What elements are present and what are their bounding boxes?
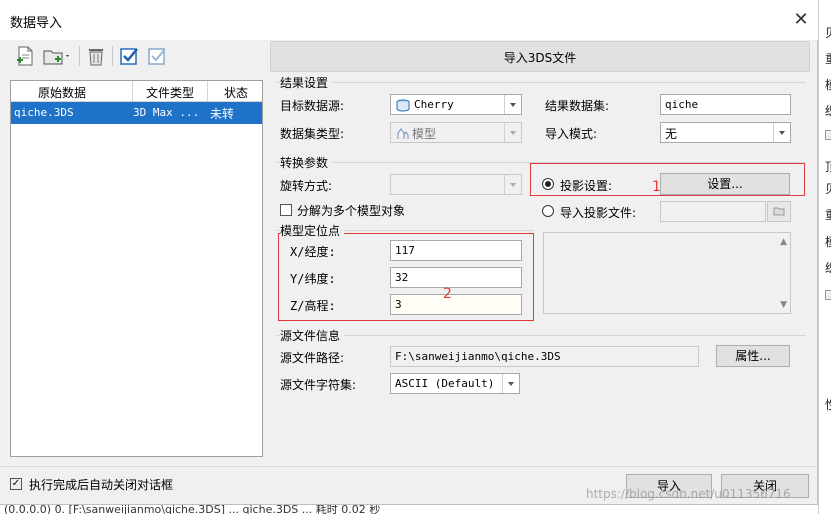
dataset-type-value: 模型 — [412, 127, 437, 141]
charset-value: ASCII (Default) — [395, 377, 495, 390]
scroll-up-icon[interactable]: ▲ — [780, 237, 787, 247]
panel-header: 导入3DS文件 — [270, 41, 810, 72]
dataset-type-label: 数据集类型: — [280, 127, 345, 141]
source-path-input[interactable]: F:\sanweijianmo\qiche.3DS — [390, 346, 699, 367]
background-text: 贝 — [825, 24, 831, 41]
x-value: 117 — [395, 244, 415, 257]
data-import-dialog: 数据导入 ✕ 原始数据 文件类型 状态 qiche.3DS 3D Max ...… — [0, 0, 818, 505]
auto-close-checkbox[interactable]: ✓ — [10, 478, 22, 490]
target-source-label: 目标数据源: — [280, 99, 345, 113]
z-elevation-input[interactable]: 3 — [390, 294, 522, 315]
background-box — [825, 130, 831, 140]
add-folder-icon[interactable] — [42, 45, 69, 67]
y-latitude-input[interactable]: 32 — [390, 267, 522, 288]
dialog-title: 数据导入 — [10, 16, 63, 31]
charset-dropdown[interactable]: ASCII (Default) — [390, 373, 520, 394]
close-icon[interactable]: ✕ — [790, 9, 812, 31]
projection-settings-label: 投影设置: — [560, 179, 613, 193]
column-divider[interactable] — [132, 81, 133, 101]
convert-section-title: 转换参数 — [280, 154, 333, 171]
dataset-name-value: qiche — [665, 98, 699, 111]
charset-label: 源文件字符集: — [280, 378, 357, 392]
background-console: (0.0.0.0) 0. [F:\sanweijianmo\qiche.3DS]… — [0, 505, 818, 514]
watermark-text: https://blog.csdn.net/u011356716 — [586, 487, 791, 501]
source-file-list[interactable]: 原始数据 文件类型 状态 qiche.3DS 3D Max ... 未转 — [10, 80, 263, 457]
rotation-label: 旋转方式: — [280, 179, 333, 193]
row-source: qiche.3DS — [14, 106, 74, 119]
column-header-source[interactable]: 原始数据 — [38, 84, 86, 101]
y-label: Y/纬度: — [290, 272, 336, 286]
z-label: Z/高程: — [290, 299, 336, 313]
chevron-down-icon[interactable] — [502, 374, 519, 393]
rotation-dropdown[interactable] — [390, 174, 522, 195]
folder-browse-icon[interactable] — [767, 201, 791, 222]
background-text: 模 — [825, 233, 831, 250]
background-box — [825, 290, 831, 300]
row-status: 未转 — [210, 107, 235, 121]
dataset-type-dropdown[interactable]: 模型 — [390, 122, 522, 143]
footer-divider — [0, 466, 816, 467]
projection-settings-radio[interactable] — [542, 178, 554, 190]
target-source-dropdown[interactable]: Cherry — [390, 94, 522, 115]
y-value: 32 — [395, 271, 409, 284]
panel-title: 导入3DS文件 — [503, 51, 577, 65]
section-divider — [276, 335, 806, 336]
model-type-icon — [396, 127, 410, 143]
import-mode-value: 无 — [665, 127, 678, 141]
import-projection-label: 导入投影文件: — [560, 206, 637, 220]
position-section-title: 模型定位点 — [280, 222, 345, 239]
dataset-label: 结果数据集: — [545, 99, 610, 113]
chevron-down-icon[interactable] — [773, 123, 790, 142]
x-longitude-input[interactable]: 117 — [390, 240, 522, 261]
background-text: 模 — [825, 76, 831, 93]
new-file-icon[interactable] — [14, 45, 36, 67]
background-text: 重 — [825, 50, 831, 67]
import-mode-dropdown[interactable]: 无 — [660, 122, 791, 143]
chevron-down-icon — [504, 175, 521, 194]
properties-button[interactable]: 属性... — [716, 345, 790, 367]
projection-file-input[interactable] — [660, 201, 766, 222]
projection-info-textarea[interactable]: ▲ ▼ — [543, 232, 791, 314]
split-models-checkbox[interactable] — [280, 204, 292, 216]
target-source-value: Cherry — [414, 98, 454, 111]
section-divider — [276, 82, 806, 83]
import-projection-radio[interactable] — [542, 205, 554, 217]
background-text: 重 — [825, 206, 831, 223]
datasource-icon — [396, 99, 410, 115]
background-window: 贝 重 模 织 顶 贝 重 模 织 性 — [818, 0, 831, 514]
title-bar: 数据导入 ✕ — [0, 0, 818, 40]
split-models-label: 分解为多个模型对象 — [297, 204, 406, 218]
column-header-type[interactable]: 文件类型 — [146, 84, 194, 101]
list-row[interactable]: qiche.3DS 3D Max ... 未转 — [11, 102, 262, 124]
scroll-down-icon[interactable]: ▼ — [780, 300, 787, 310]
source-section-title: 源文件信息 — [280, 327, 345, 344]
dataset-name-input[interactable]: qiche — [660, 94, 791, 115]
background-text: 贝 — [825, 180, 831, 197]
background-text: 性 — [825, 396, 831, 413]
column-divider[interactable] — [207, 81, 208, 101]
toolbar-separator — [112, 46, 113, 66]
background-text: 织 — [825, 102, 831, 119]
check-all-icon[interactable] — [118, 45, 140, 67]
row-type: 3D Max ... — [133, 106, 200, 119]
column-header-status[interactable]: 状态 — [224, 84, 248, 101]
delete-icon[interactable] — [85, 45, 107, 67]
toolbar-separator — [79, 46, 80, 66]
check-none-icon[interactable] — [146, 45, 168, 67]
import-mode-label: 导入模式: — [545, 127, 598, 141]
background-text: 织 — [825, 259, 831, 276]
auto-close-label: 执行完成后自动关闭对话框 — [29, 478, 174, 492]
list-header: 原始数据 文件类型 状态 — [11, 81, 262, 102]
z-value: 3 — [395, 298, 402, 311]
x-label: X/经度: — [290, 245, 336, 259]
background-console-text: (0.0.0.0) 0. [F:\sanweijianmo\qiche.3DS]… — [4, 505, 381, 514]
background-text: 顶 — [825, 158, 831, 175]
chevron-down-icon — [504, 123, 521, 142]
source-path-value: F:\sanweijianmo\qiche.3DS — [395, 350, 561, 363]
annotation-number-2: 2 — [443, 286, 452, 302]
projection-settings-button[interactable]: 设置... — [660, 173, 790, 195]
chevron-down-icon[interactable] — [504, 95, 521, 114]
result-section-title: 结果设置 — [280, 74, 333, 91]
source-path-label: 源文件路径: — [280, 351, 345, 365]
